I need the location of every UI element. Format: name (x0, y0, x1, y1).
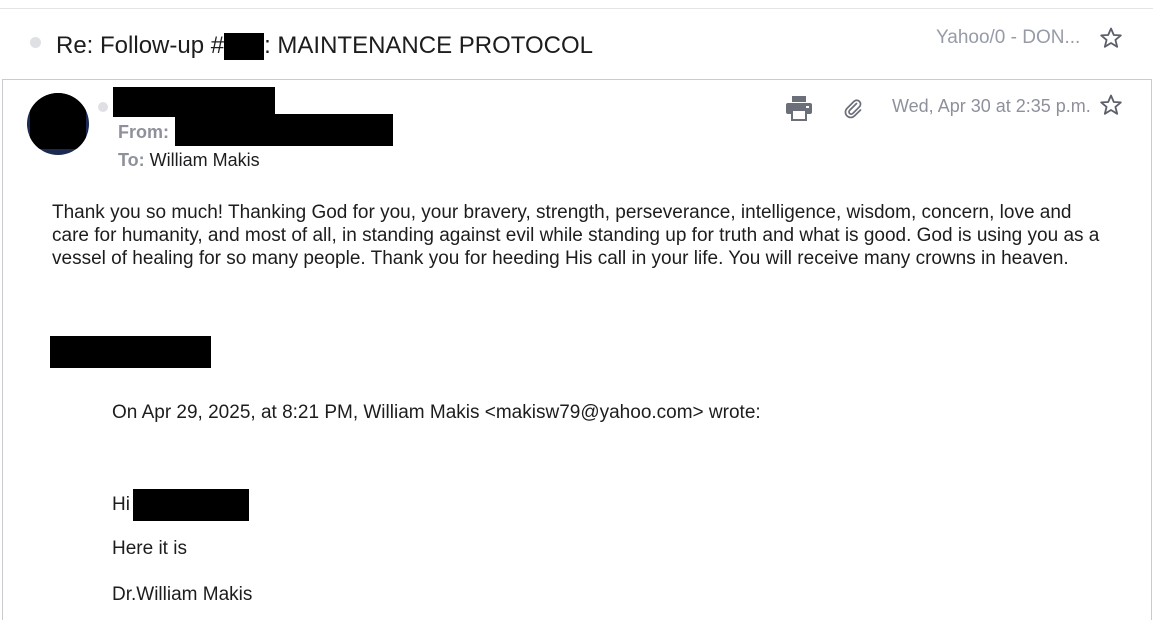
star-icon[interactable] (1099, 26, 1123, 50)
redacted-sender-name (113, 87, 275, 117)
redacted-block (224, 32, 265, 60)
message-card: From: To: William Makis Wed, Apr 30 at 2… (2, 79, 1152, 620)
redacted-block (132, 489, 249, 521)
quoted-greeting-row: Hi (112, 489, 249, 521)
paperclip-icon[interactable] (841, 96, 865, 120)
subject-prefix: Re: Follow-up # (56, 32, 225, 59)
subject-suffix: : MAINTENANCE PROTOCOL (264, 32, 594, 59)
avatar[interactable] (27, 93, 89, 155)
folder-label[interactable]: Yahoo/0 - DON... (936, 27, 1080, 49)
email-subject: Re: Follow-up # : MAINTENANCE PROTOCOL (56, 30, 593, 62)
recipient-name[interactable]: William Makis (150, 150, 260, 170)
message-date: Wed, Apr 30 at 2:35 p.m. (892, 96, 1091, 116)
from-label: From: (118, 122, 169, 142)
unread-dot-icon (30, 37, 41, 48)
redacted-sender-email (175, 114, 393, 146)
to-line: To: William Makis (118, 150, 260, 171)
email-viewer: Re: Follow-up # : MAINTENANCE PROTOCOL Y… (0, 0, 1153, 620)
redacted-block (30, 93, 86, 149)
message-body: Thank you so much! Thanking God for you,… (52, 202, 1100, 269)
quoted-header: On Apr 29, 2025, at 8:21 PM, William Mak… (112, 402, 761, 423)
quoted-line: Here it is (112, 538, 187, 559)
quoted-signature: Dr.William Makis (112, 584, 253, 605)
star-icon[interactable] (1099, 93, 1123, 117)
to-label: To: (118, 150, 145, 170)
unread-dot-icon (98, 102, 108, 112)
quoted-greeting: Hi (112, 494, 130, 515)
print-icon[interactable] (785, 95, 813, 121)
redacted-signature (50, 336, 211, 368)
